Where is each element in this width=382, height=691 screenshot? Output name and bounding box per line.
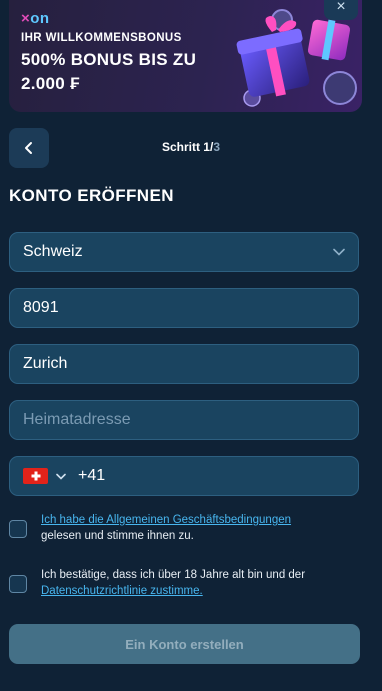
age-checkbox[interactable] bbox=[9, 575, 27, 593]
country-select[interactable]: Schweiz bbox=[9, 232, 359, 272]
country-value: Schweiz bbox=[23, 243, 83, 260]
chevron-down-icon bbox=[333, 248, 345, 256]
swiss-flag-icon[interactable] bbox=[23, 468, 48, 484]
welcome-bonus-banner[interactable]: ×on IHR WILLKOMMENSBONUS 500% BONUS BIS … bbox=[9, 0, 362, 112]
brand-logo: ×on bbox=[21, 10, 50, 27]
bonus-subtitle: IHR WILLKOMMENSBONUS bbox=[21, 32, 182, 44]
city-input[interactable]: Zurich bbox=[9, 344, 359, 384]
create-account-button[interactable]: Ein Konto erstellen bbox=[9, 624, 360, 664]
close-icon: × bbox=[336, 0, 346, 15]
terms-text: Ich habe die Allgemeinen Geschäftsbeding… bbox=[41, 514, 292, 542]
age-consent-row: Ich bestätige, dass ich über 18 Jahre al… bbox=[9, 567, 369, 599]
chevron-down-icon[interactable] bbox=[56, 473, 66, 480]
privacy-policy-link[interactable]: Datenschutzrichtlinie zustimme. bbox=[41, 585, 203, 597]
phone-prefix: +41 bbox=[78, 467, 106, 484]
create-account-label: Ein Konto erstellen bbox=[125, 636, 244, 652]
terms-checkbox[interactable] bbox=[9, 520, 27, 538]
city-value: Zurich bbox=[23, 355, 68, 372]
bonus-headline: 500% BONUS BIS ZU 2.000 ₣ bbox=[21, 50, 197, 93]
step-indicator: Schritt 1/3 bbox=[161, 140, 221, 154]
close-button[interactable]: × bbox=[324, 0, 358, 20]
terms-link[interactable]: Allgemeinen Geschäftsbedingungen bbox=[106, 514, 291, 526]
page-title: KONTO ERÖFFNEN bbox=[9, 186, 174, 205]
postal-code-value: 8091 bbox=[23, 299, 59, 316]
terms-consent-row: Ich habe die Allgemeinen Geschäftsbeding… bbox=[9, 512, 369, 544]
address-placeholder: Heimatadresse bbox=[23, 411, 131, 428]
postal-code-input[interactable]: 8091 bbox=[9, 288, 359, 328]
age-text: Ich bestätige, dass ich über 18 Jahre al… bbox=[41, 569, 306, 597]
phone-input[interactable]: +41 bbox=[9, 456, 359, 496]
address-input[interactable]: Heimatadresse bbox=[9, 400, 359, 440]
